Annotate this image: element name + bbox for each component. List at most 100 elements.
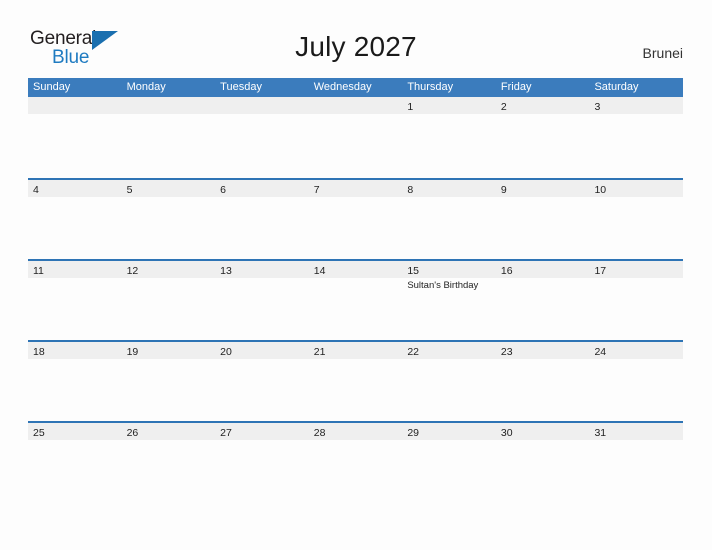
- day-number-band: [28, 97, 122, 114]
- day-number: 16: [500, 265, 513, 277]
- day-events: [28, 278, 122, 280]
- day-number: 5: [126, 184, 133, 196]
- day-events: [402, 440, 496, 442]
- day-number-band: 4: [28, 180, 122, 197]
- day-number-band: 22: [402, 342, 496, 359]
- day-number-band: 28: [308, 423, 403, 440]
- calendar-day-1[interactable]: 1: [402, 97, 496, 178]
- calendar-day-19[interactable]: 19: [121, 342, 216, 421]
- day-number-band: 14: [308, 261, 403, 278]
- calendar-day-28[interactable]: 28: [308, 423, 403, 502]
- calendar-day-18[interactable]: 18: [28, 342, 122, 421]
- calendar-day-26[interactable]: 26: [121, 423, 216, 502]
- calendar-day-15[interactable]: 15 Sultan's Birthday: [402, 261, 496, 340]
- day-events: [309, 440, 403, 442]
- day-number-band: 25: [28, 423, 122, 440]
- day-number: 9: [500, 184, 507, 196]
- calendar-day-14[interactable]: 14: [308, 261, 403, 340]
- calendar-day-25[interactable]: 25: [28, 423, 122, 502]
- day-number: 6: [220, 184, 226, 196]
- calendar-day-27[interactable]: 27: [215, 423, 309, 502]
- weekday-header-friday: Friday: [500, 81, 532, 93]
- calendar-day-empty[interactable]: [28, 97, 122, 178]
- calendar-week-row: 11 12 13 14 15 Sultan's Birthday 16 17: [28, 259, 684, 340]
- day-number-band: 27: [215, 423, 309, 440]
- calendar-week-row: 25 26 27 28 29 30 31: [28, 421, 684, 502]
- calendar-day-20[interactable]: 20: [215, 342, 309, 421]
- day-events: [496, 197, 590, 199]
- calendar-day-21[interactable]: 21: [308, 342, 403, 421]
- day-number-band: 29: [402, 423, 496, 440]
- day-number-band: 6: [215, 180, 309, 197]
- calendar-day-2[interactable]: 2: [495, 97, 590, 178]
- day-events: [589, 278, 683, 280]
- day-number-band: 3: [589, 97, 684, 114]
- day-number-band: 24: [589, 342, 684, 359]
- calendar-day-13[interactable]: 13: [215, 261, 309, 340]
- calendar-day-10[interactable]: 10: [589, 180, 684, 259]
- calendar-day-23[interactable]: 23: [495, 342, 590, 421]
- day-number: 19: [126, 346, 139, 358]
- day-number: 7: [313, 184, 320, 196]
- calendar-day-empty[interactable]: [121, 97, 216, 178]
- calendar-day-6[interactable]: 6: [215, 180, 309, 259]
- day-number: 21: [313, 346, 326, 358]
- weekday-header-sunday: Sunday: [33, 81, 71, 93]
- day-number-band: [308, 97, 403, 114]
- day-number-band: 1: [402, 97, 496, 114]
- day-events: [28, 114, 122, 116]
- weekday-header-saturday: Saturday: [594, 81, 639, 93]
- calendar-day-17[interactable]: 17: [589, 261, 684, 340]
- day-number: 30: [500, 427, 513, 439]
- day-number: 4: [33, 184, 39, 196]
- calendar-day-11[interactable]: 11: [28, 261, 122, 340]
- day-number: 8: [407, 184, 414, 196]
- day-events: [122, 114, 216, 116]
- day-number-band: 10: [589, 180, 684, 197]
- calendar-day-29[interactable]: 29: [402, 423, 496, 502]
- day-events: [309, 197, 403, 199]
- calendar-day-4[interactable]: 4: [28, 180, 122, 259]
- day-number: 31: [594, 427, 607, 439]
- calendar-day-24[interactable]: 24: [589, 342, 684, 421]
- calendar-day-8[interactable]: 8: [402, 180, 496, 259]
- day-number: 11: [33, 265, 44, 277]
- day-events: [402, 359, 496, 361]
- calendar-day-16[interactable]: 16: [495, 261, 590, 340]
- day-number-band: [215, 97, 309, 114]
- calendar-event[interactable]: Sultan's Birthday: [407, 280, 492, 292]
- calendar-day-empty[interactable]: [308, 97, 403, 178]
- day-number: 2: [500, 101, 507, 113]
- day-number-band: 30: [495, 423, 590, 440]
- day-number: 23: [500, 346, 513, 358]
- day-events: [589, 114, 683, 116]
- calendar-day-12[interactable]: 12: [121, 261, 216, 340]
- day-events: [309, 359, 403, 361]
- weekday-header-tuesday: Tuesday: [220, 81, 262, 93]
- day-number: 25: [33, 427, 45, 439]
- day-events: [122, 440, 216, 442]
- calendar-day-9[interactable]: 9: [495, 180, 590, 259]
- calendar-day-7[interactable]: 7: [308, 180, 403, 259]
- day-number-band: 23: [495, 342, 590, 359]
- weekday-header-row: Sunday Monday Tuesday Wednesday Thursday Frid…: [28, 78, 683, 97]
- day-number-band: 17: [589, 261, 684, 278]
- calendar-day-22[interactable]: 22: [402, 342, 496, 421]
- day-number: 22: [407, 346, 419, 358]
- day-events: [28, 440, 122, 442]
- calendar-day-empty[interactable]: [215, 97, 309, 178]
- calendar-day-30[interactable]: 30: [495, 423, 590, 502]
- day-number: 13: [220, 265, 232, 277]
- day-number-band: 21: [308, 342, 403, 359]
- day-events: [28, 197, 122, 199]
- calendar-week-row: 1 2 3: [28, 97, 684, 178]
- calendar-day-3[interactable]: 3: [589, 97, 684, 178]
- calendar-day-31[interactable]: 31: [589, 423, 684, 502]
- calendar-weeks: 1 2 3 4 5 6 7 8 9 10 11 12 13 14 15 Sultan's Birthday 16…: [28, 97, 684, 502]
- day-number-band: 9: [495, 180, 590, 197]
- calendar-page: General Blue July 2027 Brunei Sunday Mond…: [0, 0, 712, 550]
- day-events: [496, 359, 590, 361]
- calendar-day-5[interactable]: 5: [121, 180, 216, 259]
- day-number-band: 31: [589, 423, 684, 440]
- calendar-grid: Sunday Monday Tuesday Wednesday Thursday Frid…: [28, 78, 684, 502]
